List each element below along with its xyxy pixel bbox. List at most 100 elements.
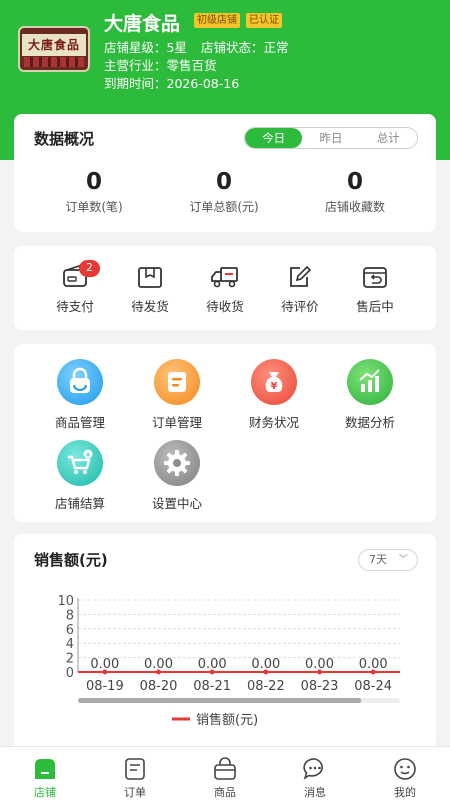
period-today-tab[interactable]: 今日: [245, 128, 303, 148]
expiry-label: 到期时间：: [104, 76, 167, 91]
x-tick-label: 08-22: [247, 679, 285, 694]
chart-scrollbar: [78, 698, 362, 703]
stat-label: 店铺收藏数: [324, 200, 385, 214]
tab-label: 商品: [214, 786, 236, 799]
order-label: 售后中: [356, 299, 394, 314]
stat-value: 0: [346, 169, 363, 195]
stat-order-amount[interactable]: 0 订单总额(元): [154, 168, 294, 215]
tool-icon-circle: ¥: [57, 440, 103, 486]
rating-label: 店铺星级：: [104, 40, 167, 55]
verified-badge: 已认证: [246, 13, 282, 28]
tool-label: 商品管理: [54, 415, 105, 430]
data-label: 0.00: [144, 657, 173, 672]
order-pending-review[interactable]: 待评价: [265, 264, 335, 315]
y-tick-label: 2: [66, 652, 74, 667]
range-dropdown[interactable]: 7天 ﹀: [358, 549, 418, 571]
stat-favorites[interactable]: 0 店铺收藏数: [285, 168, 425, 215]
order-pending-shipment[interactable]: 待发货: [115, 264, 185, 315]
chevron-down-icon: ﹀: [398, 555, 408, 565]
x-tick-label: 08-21: [193, 679, 231, 694]
expiry-value: 2026-08-16: [166, 76, 240, 91]
pencil-note-icon: [290, 265, 312, 287]
management-tools-card: 商品管理 订单管理 ¥ 财务状况 数据分析 ¥ 店铺结算 设置中心: [14, 344, 436, 522]
status-value: 正常: [263, 40, 289, 55]
svg-text:¥: ¥: [271, 381, 278, 392]
data-label: 0.00: [198, 657, 227, 672]
tool-order-management[interactable]: 订单管理: [137, 359, 217, 431]
shop-logo[interactable]: 大唐食品: [18, 26, 90, 72]
status-label: 店铺状态：: [200, 40, 264, 55]
bottom-tab-bar: 店铺 订单 商品 消息 我的: [0, 746, 450, 800]
tab-label: 订单: [124, 786, 146, 799]
tool-label: 订单管理: [151, 415, 202, 430]
order-document-icon: [168, 372, 186, 392]
tool-shop-settlement[interactable]: ¥ 店铺结算: [40, 440, 120, 512]
tab-goods[interactable]: 商品: [180, 747, 270, 800]
tool-label: 设置中心: [151, 496, 202, 511]
period-switch: 今日 昨日 总计: [244, 127, 418, 149]
x-tick-label: 08-24: [354, 679, 392, 694]
tool-icon-circle: [154, 359, 200, 405]
tab-shop[interactable]: 店铺: [0, 747, 90, 800]
stat-label: 订单数(笔): [65, 200, 123, 214]
data-label: 0.00: [359, 657, 388, 672]
gear-icon: [164, 450, 190, 476]
stat-order-count[interactable]: 0 订单数(笔): [24, 168, 164, 215]
order-pending-payment[interactable]: 2 待支付: [40, 260, 110, 315]
x-tick-label: 08-19: [86, 679, 124, 694]
y-tick-label: 8: [66, 608, 74, 623]
tool-finance-status[interactable]: ¥ 财务状况: [234, 359, 314, 431]
tool-label: 店铺结算: [54, 496, 105, 511]
legend-label: 销售额(元): [196, 712, 258, 728]
profile-icon: [394, 758, 416, 780]
sales-line-chart: 0246810 0.00 08-19 0.00 08-20 0.00 08-21 0.00 08…: [57, 594, 400, 728]
pending-payment-count: 2: [79, 260, 100, 277]
order-status-card: 2 待支付 待发货 待收货 待评价 售后中: [14, 246, 436, 330]
stat-value: 0: [85, 169, 102, 195]
industry-label: 主营行业：: [104, 58, 167, 73]
tool-goods-management[interactable]: 商品管理: [40, 359, 120, 431]
stat-label: 订单总额(元): [189, 200, 259, 214]
sales-chart-card: 销售额(元) 7天 ﹀ 0 2 4 6 8 10 0.00 08-19 0.00 08-20 0.0…: [14, 534, 436, 750]
tool-icon-circle: [154, 440, 200, 486]
shop-level-badge: 初级店铺: [194, 13, 240, 28]
tab-mine[interactable]: 我的: [360, 747, 450, 800]
y-tick-label: 4: [66, 637, 74, 652]
period-yesterday-tab[interactable]: 昨日: [302, 128, 359, 148]
data-overview-card: 数据概况 今日 昨日 总计 0 订单数(笔) 0 订单总额(元) 0 店铺收藏数: [14, 114, 436, 232]
rating-value: 5星: [166, 40, 187, 55]
tool-icon-circle: ¥: [251, 359, 297, 405]
shopping-bag-icon: [70, 367, 90, 393]
tab-messages[interactable]: 消息: [270, 747, 360, 800]
shop-name: 大唐食品: [104, 13, 181, 35]
tool-label: 数据分析: [344, 415, 395, 430]
shop-logo-windows: [24, 57, 84, 67]
period-total-tab[interactable]: 总计: [360, 128, 417, 148]
order-list-icon: [125, 758, 145, 780]
data-label: 0.00: [305, 657, 334, 672]
goods-bag-icon: [214, 757, 236, 780]
order-pending-receipt[interactable]: 待收货: [190, 264, 260, 315]
order-label: 待发货: [131, 299, 169, 314]
tab-label: 店铺: [34, 786, 56, 799]
data-label: 0.00: [90, 657, 119, 672]
tool-data-analysis[interactable]: 数据分析: [330, 359, 410, 431]
tab-orders[interactable]: 订单: [90, 747, 180, 800]
order-after-sale[interactable]: 售后中: [340, 264, 410, 315]
bar-chart-icon: [359, 369, 380, 392]
stat-value: 0: [215, 169, 232, 195]
shop-icon: [35, 759, 55, 779]
shop-logo-text: 大唐食品: [22, 34, 86, 56]
order-label: 待支付: [56, 299, 94, 314]
truck-icon: [211, 267, 238, 288]
order-label: 待评价: [281, 299, 319, 314]
tab-label: 我的: [394, 786, 416, 799]
tool-label: 财务状况: [248, 415, 299, 430]
industry-value: 零售百货: [166, 58, 217, 73]
tool-settings-center[interactable]: 设置中心: [137, 440, 217, 512]
range-value: 7天: [369, 553, 387, 566]
tab-label: 消息: [304, 786, 326, 799]
shop-industry: 主营行业：零售百货: [104, 55, 217, 74]
shop-rating-status: 店铺星级：5星 店铺状态：正常: [104, 37, 289, 56]
tool-icon-circle: [347, 359, 393, 405]
